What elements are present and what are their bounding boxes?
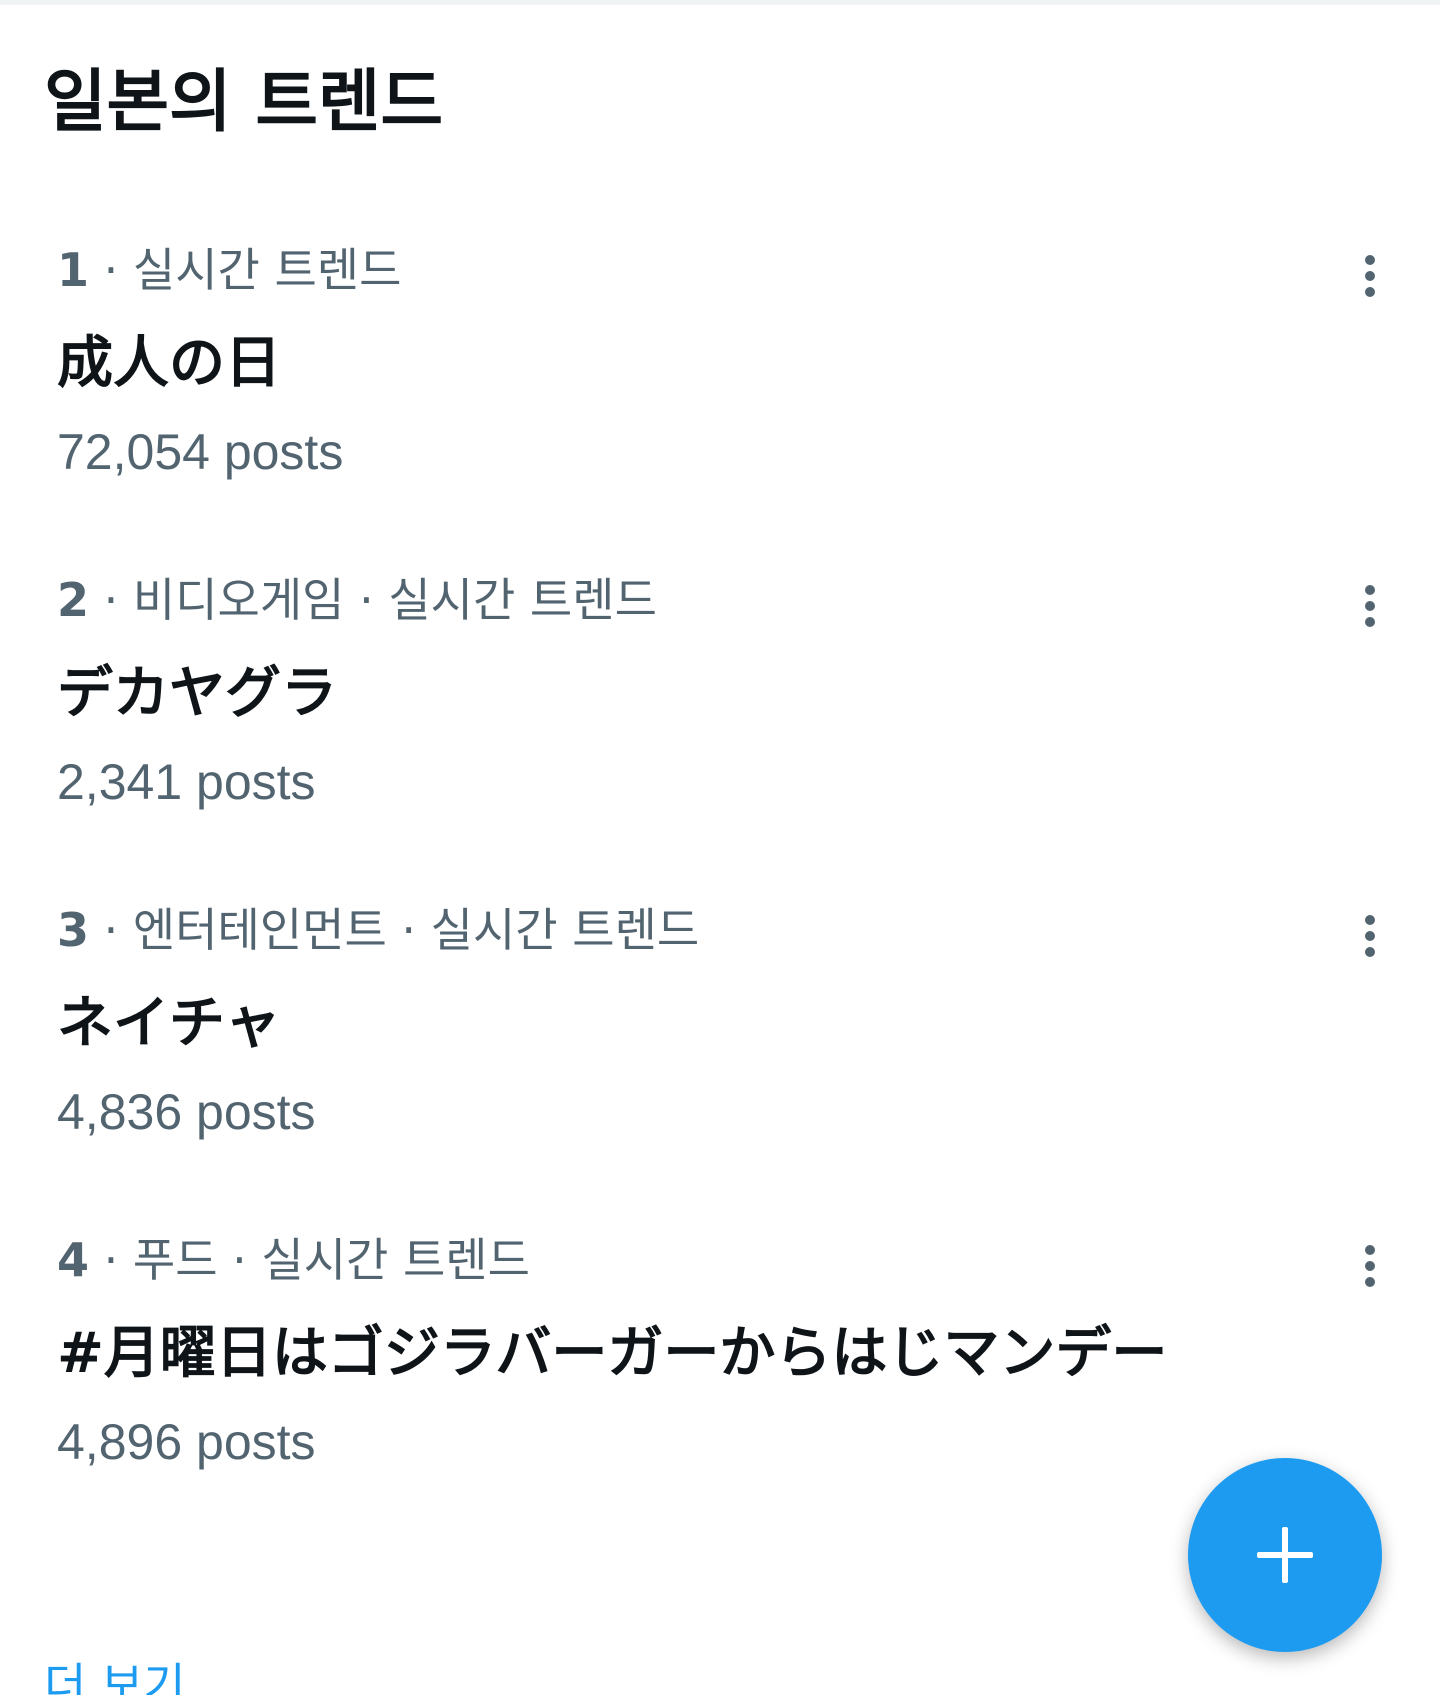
trend-topic[interactable]: ネイチャ xyxy=(57,988,280,1060)
page-title: 일본의 트렌드 xyxy=(44,63,444,142)
trend-topic[interactable]: 成人の日 xyxy=(57,328,281,400)
trend-more-button[interactable] xyxy=(1340,906,1400,966)
more-vertical-icon xyxy=(1365,585,1375,627)
trend-post-count: 4,896 posts xyxy=(57,1414,316,1470)
trend-more-button[interactable] xyxy=(1340,246,1400,306)
trend-meta: 2 · 비디오게임 · 실시간 트렌드 xyxy=(57,570,657,630)
trend-meta: 4 · 푸드 · 실시간 트렌드 xyxy=(57,1230,530,1290)
trend-item[interactable]: 2 · 비디오게임 · 실시간 트렌드 デカヤグラ 2,341 posts xyxy=(0,540,1440,870)
trend-context: · 실시간 트렌드 xyxy=(89,243,402,297)
trend-post-count: 72,054 posts xyxy=(57,424,344,480)
top-divider xyxy=(0,0,1440,5)
trend-rank: 2 xyxy=(57,573,90,627)
compose-fab-button[interactable] xyxy=(1188,1458,1382,1652)
more-vertical-icon xyxy=(1365,255,1375,297)
show-more-link[interactable]: 더 보기 xyxy=(44,1655,186,1695)
trend-more-button[interactable] xyxy=(1340,576,1400,636)
trend-meta: 3 · 엔터테인먼트 · 실시간 트렌드 xyxy=(57,900,699,960)
trend-context: · 엔터테인먼트 · 실시간 트렌드 xyxy=(89,903,700,957)
trend-topic[interactable]: デカヤグラ xyxy=(57,658,337,730)
trend-post-count: 2,341 posts xyxy=(57,754,316,810)
trend-item[interactable]: 3 · 엔터테인먼트 · 실시간 트렌드 ネイチャ 4,836 posts xyxy=(0,870,1440,1200)
trend-item[interactable]: 1 · 실시간 트렌드 成人の日 72,054 posts xyxy=(0,210,1440,540)
more-vertical-icon xyxy=(1365,1245,1375,1287)
trend-more-button[interactable] xyxy=(1340,1236,1400,1296)
trend-rank: 3 xyxy=(57,903,90,957)
trend-meta: 1 · 실시간 트렌드 xyxy=(57,240,401,300)
trend-topic[interactable]: #月曜日はゴジラバーガーからはじマンデー xyxy=(57,1318,1167,1390)
trend-context: · 푸드 · 실시간 트렌드 xyxy=(89,1233,530,1287)
trend-rank: 1 xyxy=(57,243,90,297)
plus-icon xyxy=(1257,1527,1313,1583)
trend-rank: 4 xyxy=(57,1233,90,1287)
trend-post-count: 4,836 posts xyxy=(57,1084,316,1140)
trend-context: · 비디오게임 · 실시간 트렌드 xyxy=(89,573,657,627)
more-vertical-icon xyxy=(1365,915,1375,957)
